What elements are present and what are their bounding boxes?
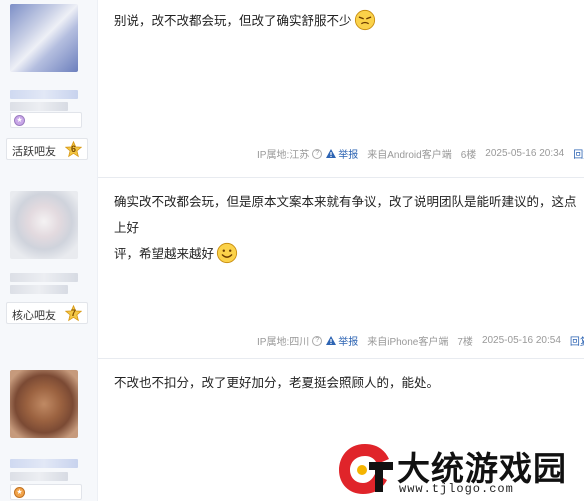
report-link[interactable]: 举报 [338, 333, 358, 348]
level-star-icon: 6 [65, 141, 82, 158]
author-sidebar: 核心吧友 7 [0, 177, 98, 358]
report-link[interactable]: 举报 [338, 146, 358, 161]
post-time: 2025-05-16 20:34 [485, 148, 565, 159]
level-number: 7 [70, 308, 76, 318]
post-text: 不改也不扣分，改了更好加分，老夏挺会照顾人的，能处。 [114, 376, 440, 390]
user-badge-strip: ★ [10, 112, 82, 128]
author-sidebar: ★ 活跃吧友 6 [0, 0, 98, 177]
avatar[interactable] [10, 4, 78, 72]
warning-icon [326, 149, 337, 158]
reply-link[interactable]: 回复 [573, 146, 584, 161]
level-star-icon: 7 [65, 305, 82, 322]
badge-icon: ★ [14, 487, 25, 498]
level-name: 核心吧友 [12, 310, 56, 322]
post-text: 别说，改不改都会玩，但改了确实舒服不少 [114, 14, 352, 28]
level-badge[interactable]: 核心吧友 7 [6, 302, 88, 324]
client-source: 来自Android客户端 [367, 150, 452, 161]
watermark-url: www.tjlogo.com [399, 482, 514, 496]
username-blurred[interactable] [10, 90, 78, 99]
level-name: 活跃吧友 [12, 146, 56, 158]
smirk-emoji-icon [354, 9, 376, 31]
avatar[interactable] [10, 191, 78, 259]
floor-number: 7楼 [457, 337, 473, 348]
ip-location: IP属地:四川 [257, 337, 310, 348]
post-floor-7: 核心吧友 7 确实改不改都会玩，但是原本文案本来就有争议，改了说明团队是能听建议… [0, 177, 584, 358]
level-number: 6 [70, 144, 76, 154]
site-watermark: 大统游戏园 www.tjlogo.com [335, 440, 584, 501]
warning-icon [326, 336, 337, 345]
user-tag-blurred [10, 102, 68, 111]
post-time: 2025-05-16 20:54 [481, 335, 561, 346]
help-icon[interactable]: ? [312, 148, 323, 159]
post-meta: IP属地:江苏 ? 举报 来自Android客户端 6楼 2025-05-16 … [257, 146, 584, 161]
reply-link[interactable]: 回复 [570, 333, 584, 348]
post-content: 确实改不改都会玩，但是原本文案本来就有争议，改了说明团队是能听建议的，这点上好 … [114, 189, 584, 267]
user-tag-blurred [10, 285, 68, 294]
user-badge-strip: ★ [10, 484, 82, 500]
post-content: 别说，改不改都会玩，但改了确实舒服不少 [114, 8, 584, 34]
level-badge[interactable]: 活跃吧友 6 [6, 138, 88, 160]
help-icon[interactable]: ? [312, 335, 323, 346]
post-content: 不改也不扣分，改了更好加分，老夏挺会照顾人的，能处。 [114, 370, 584, 396]
avatar[interactable] [10, 370, 78, 438]
badge-icon: ★ [14, 115, 25, 126]
username-blurred[interactable] [10, 273, 78, 282]
author-sidebar: ★ [0, 358, 98, 501]
post-text-line-2: 评，希望越来越好 [114, 247, 215, 261]
client-source: 来自iPhone客户端 [367, 337, 449, 348]
smile-emoji-icon [216, 242, 238, 264]
user-tag-blurred [10, 472, 68, 481]
post-floor-6: ★ 活跃吧友 6 别说，改不改都会玩，但改了确实舒服不少 IP属地:江苏 ? 举… [0, 0, 584, 177]
username-blurred[interactable] [10, 459, 78, 468]
post-meta: IP属地:四川 ? 举报 来自iPhone客户端 7楼 2025-05-16 2… [257, 333, 584, 348]
site-logo-icon [335, 440, 397, 498]
ip-location: IP属地:江苏 [257, 150, 310, 161]
post-text-line-1: 确实改不改都会玩，但是原本文案本来就有争议，改了说明团队是能听建议的，这点上好 [114, 195, 577, 235]
floor-number: 6楼 [460, 150, 477, 161]
